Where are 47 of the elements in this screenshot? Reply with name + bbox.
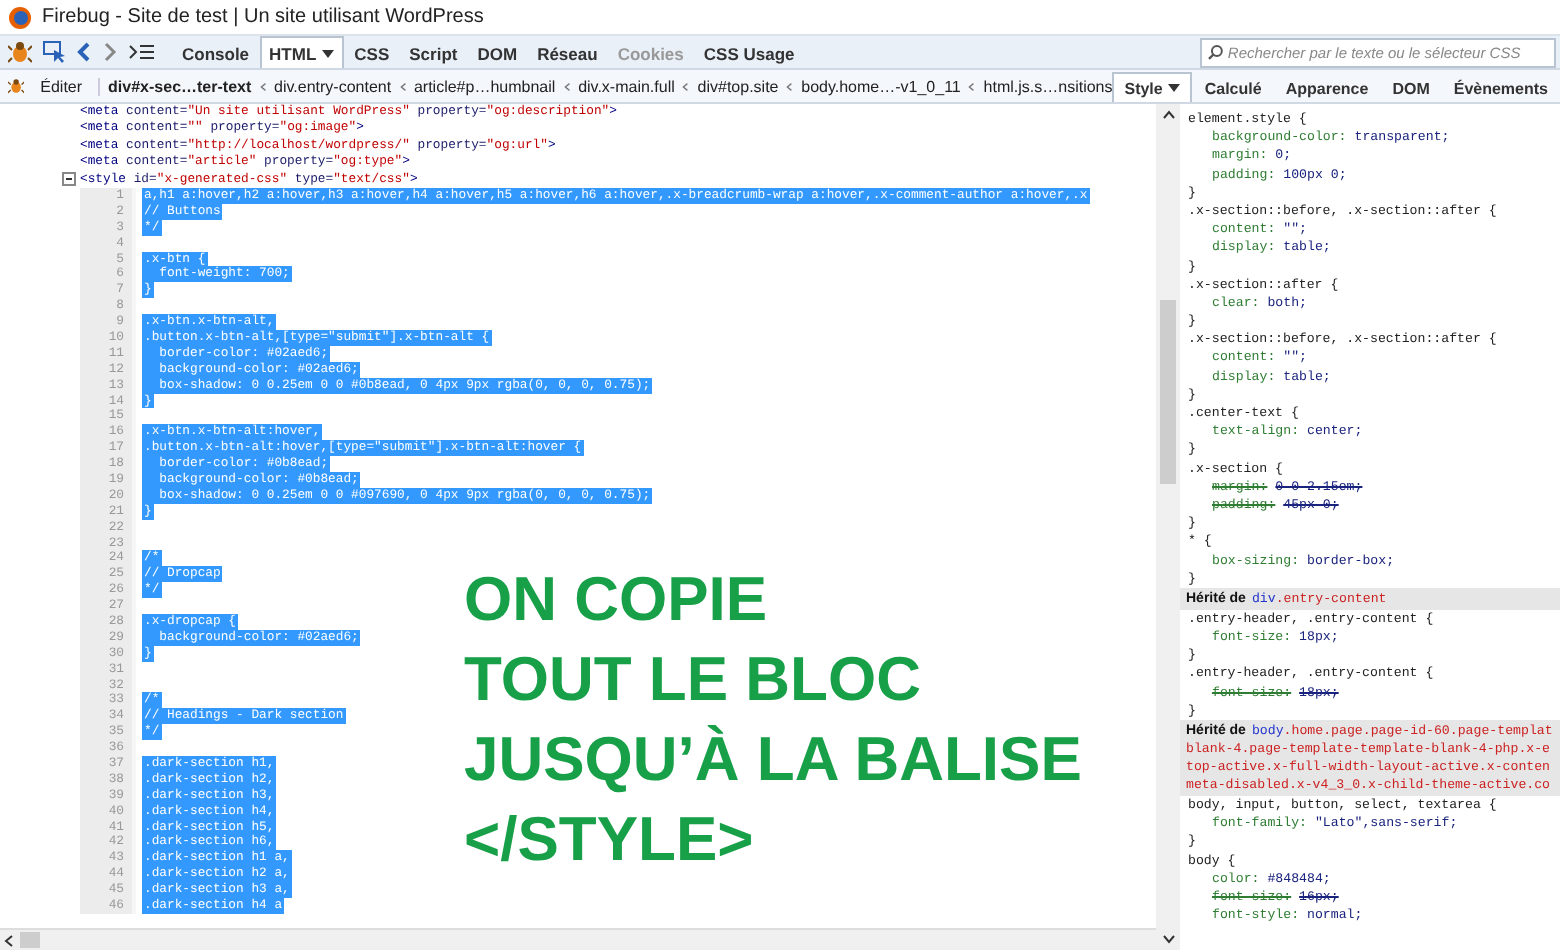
- breadcrumb-item[interactable]: div.entry-content: [274, 77, 392, 95]
- collapse-icon[interactable]: [62, 172, 76, 187]
- breadcrumb-item[interactable]: div#top.site: [697, 77, 779, 95]
- bug-icon[interactable]: [8, 74, 25, 98]
- edit-button[interactable]: Éditer: [32, 77, 101, 95]
- side-tab[interactable]: Style: [1112, 72, 1193, 102]
- chevron-icon: [968, 79, 976, 93]
- breadcrumb-item[interactable]: div#x-sec…ter-text: [108, 77, 252, 95]
- side-tab[interactable]: DOM: [1380, 72, 1442, 102]
- chevron-icon: [399, 79, 406, 93]
- chevron-icon: [786, 79, 794, 93]
- chevron-icon: [682, 79, 690, 93]
- scroll-down-icon[interactable]: [1161, 934, 1175, 944]
- panel-tab[interactable]: HTML: [259, 36, 345, 68]
- breadcrumb-item[interactable]: body.home…-v1_0_11: [801, 77, 961, 95]
- annotation-text: </STYLE>: [464, 802, 756, 878]
- forward-icon[interactable]: [102, 40, 118, 64]
- panel-tab[interactable]: DOM: [467, 36, 528, 68]
- scrollbar-thumb[interactable]: [20, 932, 40, 948]
- scroll-up-icon[interactable]: [1161, 110, 1175, 120]
- caret-icon: [322, 49, 335, 57]
- scroll-left-icon[interactable]: [4, 933, 14, 947]
- breadcrumb-item[interactable]: article#p…humbnail: [413, 77, 556, 95]
- annotation-text: JUSQU’À LA BALISE: [464, 722, 1082, 798]
- breadcrumb-item[interactable]: html.js.s…nsitions: [983, 77, 1113, 95]
- window-title: Firebug - Site de test | Un site utilisant WordPress: [42, 6, 484, 28]
- panel-tab[interactable]: CSS Usage: [693, 36, 805, 68]
- scrollbar-thumb[interactable]: [1160, 300, 1176, 484]
- inspect-icon[interactable]: [42, 40, 66, 64]
- panel-tab[interactable]: Réseau: [527, 36, 608, 68]
- panel-tab[interactable]: CSS: [344, 36, 400, 68]
- side-tab[interactable]: Calculé: [1192, 72, 1274, 102]
- breadcrumb-item[interactable]: div.x-main.full: [578, 77, 675, 95]
- search-icon: [1208, 44, 1224, 60]
- chevron-icon: [259, 79, 267, 93]
- chevron-icon: [563, 79, 571, 93]
- annotation-text: ON COPIE: [464, 562, 770, 638]
- browser-logo-icon: [8, 5, 32, 29]
- panel-tab[interactable]: Console: [172, 36, 260, 68]
- back-icon[interactable]: [76, 40, 92, 64]
- annotation-text: TOUT LE BLOC: [464, 642, 923, 718]
- caret-icon: [1168, 84, 1181, 92]
- command-line-icon[interactable]: [128, 40, 156, 64]
- side-tab[interactable]: Apparence: [1273, 72, 1381, 102]
- side-tab[interactable]: Évènements: [1441, 72, 1560, 102]
- panel-tab[interactable]: Script: [399, 36, 468, 68]
- bug-icon[interactable]: [8, 40, 32, 64]
